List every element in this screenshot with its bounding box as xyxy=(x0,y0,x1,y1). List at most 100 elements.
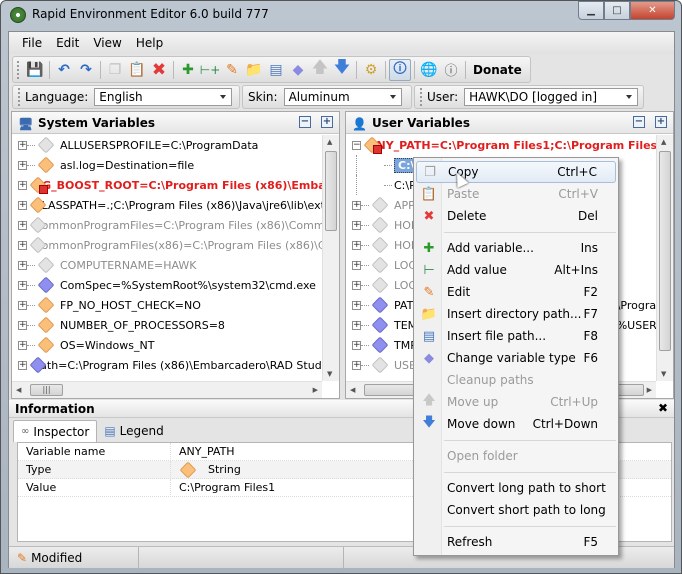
tree-row[interactable]: + CommonProgramFiles=C:\Program Files (x8… xyxy=(12,215,322,235)
menu-item-open-folder[interactable]: Open folder xyxy=(416,445,616,467)
tree-row[interactable]: + OS=Windows_NT xyxy=(12,335,322,355)
expand-icon[interactable]: + xyxy=(18,300,27,310)
menu-item-edit[interactable]: ✎ Edit F2 xyxy=(416,281,616,303)
scroll-right-icon[interactable]: ▶ xyxy=(647,386,652,394)
menu-item-convert-long-path-to-short[interactable]: Convert long path to short xyxy=(416,477,616,499)
delete-button[interactable]: ✖ xyxy=(148,59,170,81)
expand-icon[interactable]: + xyxy=(18,360,27,370)
menu-item-refresh[interactable]: Refresh F5 xyxy=(416,531,616,553)
expand-icon[interactable]: + xyxy=(352,240,361,250)
tree-row[interactable]: + Path=C:\Program Files (x86)\Embarcadero… xyxy=(12,355,322,375)
expand-icon[interactable]: + xyxy=(352,260,361,270)
user-select[interactable]: HAWK\DO [logged in] xyxy=(464,88,638,106)
expand-all-button[interactable]: + xyxy=(655,116,667,128)
expand-icon[interactable]: + xyxy=(352,360,361,370)
horizontal-scrollbar[interactable]: ◀ ||| ▶ xyxy=(12,381,322,398)
menu-item-delete[interactable]: ✖ Delete Del xyxy=(416,205,616,227)
redo-button[interactable]: ↷ xyxy=(75,59,97,81)
vertical-scrollbar[interactable]: ▲ ▼ xyxy=(656,135,673,381)
insert-file-button[interactable]: ▤ xyxy=(265,59,287,81)
scroll-down-icon[interactable]: ▼ xyxy=(661,370,666,378)
tree-row[interactable]: − ANY_PATH=C:\Program Files1;C:\Program F… xyxy=(346,135,656,155)
menu-item-convert-short-path-to-long[interactable]: Convert short path to long xyxy=(416,499,616,521)
expand-icon[interactable]: + xyxy=(18,240,27,250)
tab-inspector[interactable]: ∞ Inspector xyxy=(13,420,98,442)
settings-button[interactable]: ⚙ xyxy=(360,59,382,81)
copy-button[interactable]: ❐ xyxy=(104,59,126,81)
expand-icon[interactable]: + xyxy=(352,220,361,230)
toolbar-grip[interactable] xyxy=(420,88,423,106)
tree-row[interactable]: + FP_NO_HOST_CHECK=NO xyxy=(12,295,322,315)
expand-all-button[interactable]: + xyxy=(321,116,333,128)
menu-item-change-variable-type[interactable]: ◆ Change variable type F6 xyxy=(416,347,616,369)
expand-icon[interactable]: + xyxy=(18,340,27,350)
close-icon[interactable]: ✖ xyxy=(658,401,668,415)
tree-row[interactable]: + asl.log=Destination=file xyxy=(12,155,322,175)
insert-directory-button[interactable]: 📁 xyxy=(243,59,265,81)
expand-icon[interactable]: + xyxy=(352,300,361,310)
menu-item-move-up[interactable]: 🡅 Move up Ctrl+Up xyxy=(416,391,616,413)
expand-icon[interactable]: + xyxy=(18,220,27,230)
menu-item-move-down[interactable]: 🡇 Move down Ctrl+Down xyxy=(416,413,616,435)
language-select[interactable]: English xyxy=(94,88,233,106)
expand-icon[interactable]: + xyxy=(18,280,27,290)
add-variable-button[interactable]: ✚ xyxy=(177,59,199,81)
expand-icon[interactable]: + xyxy=(18,140,27,150)
scroll-thumb[interactable] xyxy=(325,151,337,231)
paste-button[interactable]: 📋 xyxy=(126,59,148,81)
expand-icon[interactable]: + xyxy=(352,320,361,330)
move-up-button[interactable]: 🡅 xyxy=(309,57,331,81)
menu-item-add-value[interactable]: ⊢ Add value Alt+Ins xyxy=(416,259,616,281)
web-button[interactable]: 🌐 xyxy=(418,59,440,81)
tree-row[interactable]: + COMPUTERNAME=HAWK xyxy=(12,255,322,275)
tree-row[interactable]: + CLASSPATH=.;C:\Program Files (x86)\Java… xyxy=(12,195,322,215)
menu-item-add-variable[interactable]: ✚ Add variable... Ins xyxy=(416,237,616,259)
add-value-button[interactable]: ⊢+ xyxy=(199,59,221,81)
tab-legend[interactable]: ▤ Legend xyxy=(97,420,170,442)
menu-item-cleanup-paths[interactable]: Cleanup paths xyxy=(416,369,616,391)
save-button[interactable]: 💾 xyxy=(24,59,46,81)
donate-button[interactable]: Donate xyxy=(469,63,526,77)
tree-row[interactable]: + NUMBER_OF_PROCESSORS=8 xyxy=(12,315,322,335)
skin-select[interactable]: Aluminum xyxy=(283,88,402,106)
scroll-thumb[interactable] xyxy=(659,151,671,351)
undo-button[interactable]: ↶ xyxy=(53,59,75,81)
scroll-down-icon[interactable]: ▼ xyxy=(327,370,332,378)
minimize-button[interactable]: ▁ xyxy=(578,1,604,20)
menu-view[interactable]: View xyxy=(86,36,128,50)
menu-file[interactable]: File xyxy=(15,36,49,50)
scroll-right-icon[interactable]: ▶ xyxy=(313,386,318,394)
toolbar-grip[interactable] xyxy=(17,60,20,79)
close-button[interactable]: ✕ xyxy=(630,1,675,20)
scroll-left-icon[interactable]: ◀ xyxy=(16,386,21,394)
edit-button[interactable]: ✎ xyxy=(221,59,243,81)
maximize-button[interactable]: □ xyxy=(604,1,630,20)
menu-item-copy[interactable]: ❐ Copy Ctrl+C xyxy=(416,161,616,183)
menu-item-paste[interactable]: 📋 Paste Ctrl+V xyxy=(416,183,616,205)
change-type-button[interactable]: ◆ xyxy=(287,59,309,81)
tree-row[interactable]: + CommonProgramFiles(x86)=C:\Program File… xyxy=(12,235,322,255)
move-down-button[interactable]: 🡇 xyxy=(331,57,353,81)
toolbar-grip[interactable] xyxy=(18,88,21,106)
tree-row[interactable]: + ALLUSERSPROFILE=C:\ProgramData xyxy=(12,135,322,155)
expand-icon[interactable]: + xyxy=(352,280,361,290)
expand-icon[interactable]: + xyxy=(18,160,27,170)
tree-row[interactable]: + CG_BOOST_ROOT=C:\Program Files (x86)\Em… xyxy=(12,175,322,195)
title-bar[interactable]: Rapid Environment Editor 6.0 build 777 ▁… xyxy=(1,1,681,29)
collapse-all-button[interactable]: − xyxy=(299,116,311,128)
collapse-icon[interactable]: − xyxy=(352,140,361,150)
tree-row[interactable]: + ComSpec=%SystemRoot%\system32\cmd.exe xyxy=(12,275,322,295)
scroll-up-icon[interactable]: ▲ xyxy=(327,138,332,146)
collapse-all-button[interactable]: − xyxy=(633,116,645,128)
information-panel-button[interactable]: 🛈 xyxy=(389,58,411,81)
scroll-left-icon[interactable]: ◀ xyxy=(350,386,355,394)
menu-help[interactable]: Help xyxy=(129,36,170,50)
help-button[interactable]: ⓘ xyxy=(440,59,462,81)
scroll-up-icon[interactable]: ▲ xyxy=(661,138,666,146)
menu-edit[interactable]: Edit xyxy=(49,36,86,50)
expand-icon[interactable]: + xyxy=(352,340,361,350)
vertical-scrollbar[interactable]: ▲ ▼ xyxy=(322,135,339,381)
expand-icon[interactable]: + xyxy=(18,180,27,190)
scroll-thumb[interactable]: ||| xyxy=(30,384,63,396)
expand-icon[interactable]: + xyxy=(18,200,27,210)
